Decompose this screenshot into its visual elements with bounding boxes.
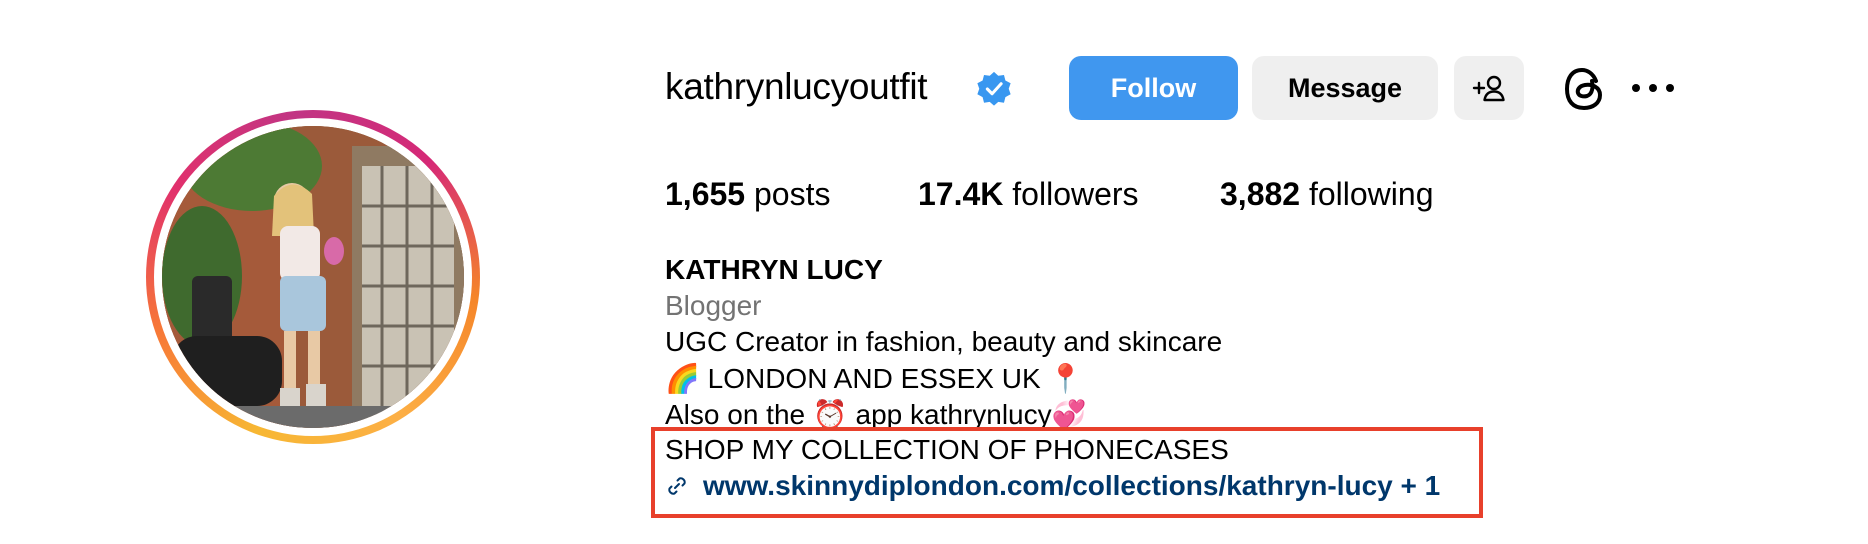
suggested-accounts-button[interactable] xyxy=(1454,56,1524,120)
followers-label: followers xyxy=(1012,176,1139,212)
following-count[interactable]: 3,882 following xyxy=(1220,176,1433,213)
avatar[interactable] xyxy=(162,126,464,428)
bio-display-name: KATHRYN LUCY xyxy=(665,254,883,285)
posts-count: 1,655 posts xyxy=(665,176,830,213)
followers-count[interactable]: 17.4K followers xyxy=(918,176,1139,213)
bio-link-text[interactable]: www.skinnydiplondon.com/collections/kath… xyxy=(703,470,1440,502)
bio-text-line: SHOP MY COLLECTION OF PHONECASES xyxy=(665,434,1229,465)
link-icon xyxy=(668,477,686,495)
posts-value: 1,655 xyxy=(665,176,746,212)
followers-value: 17.4K xyxy=(918,176,1004,212)
following-label: following xyxy=(1308,176,1434,212)
bio-text-line: Also on the ⏰ app kathrynlucy💞 xyxy=(665,399,1087,430)
bio-text-line: 🌈 LONDON AND ESSEX UK 📍 xyxy=(665,363,1084,394)
bio-text-line: UGC Creator in fashion, beauty and skinc… xyxy=(665,326,1223,357)
bio-category: Blogger xyxy=(665,290,762,321)
follow-button[interactable]: Follow xyxy=(1069,56,1238,120)
bio-external-link[interactable]: www.skinnydiplondon.com/collections/kath… xyxy=(665,470,1440,502)
avatar-photo xyxy=(162,126,464,428)
following-value: 3,882 xyxy=(1220,176,1301,212)
verified-badge-icon xyxy=(977,71,1011,106)
profile-username: kathrynlucyoutfit xyxy=(665,66,928,107)
avatar-story-ring[interactable] xyxy=(146,110,480,444)
threads-icon[interactable] xyxy=(1562,64,1608,114)
message-button[interactable]: Message xyxy=(1252,56,1438,120)
more-options-icon[interactable] xyxy=(1630,78,1676,98)
add-user-icon xyxy=(1472,75,1505,102)
posts-label: posts xyxy=(753,176,831,212)
